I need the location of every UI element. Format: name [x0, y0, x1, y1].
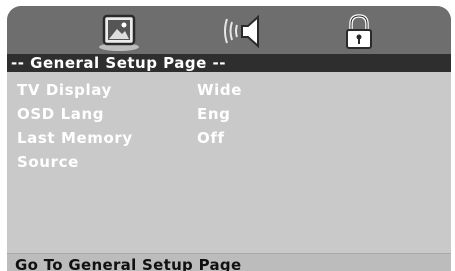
- setup-menu-panel: -- General Setup Page -- TV Display Wide…: [7, 6, 451, 271]
- menu-item-label: Last Memory: [17, 129, 133, 147]
- menu-item-last-memory[interactable]: Last Memory Off: [7, 126, 451, 150]
- menu-item-label: OSD Lang: [17, 105, 105, 123]
- general-setup-icon[interactable]: [97, 12, 141, 52]
- menu-item-label: Source: [17, 153, 79, 171]
- menu-item-source[interactable]: Source: [7, 150, 451, 174]
- menu-item-value: Eng: [197, 105, 231, 123]
- menu-item-value: Wide: [197, 81, 242, 99]
- audio-speaker-icon[interactable]: [222, 12, 266, 52]
- menu-item-osd-lang[interactable]: OSD Lang Eng: [7, 102, 451, 126]
- menu-item-tv-display[interactable]: TV Display Wide: [7, 78, 451, 102]
- page-title: -- General Setup Page --: [7, 54, 451, 72]
- lock-icon[interactable]: [337, 12, 381, 52]
- status-bar: Go To General Setup Page: [7, 253, 451, 271]
- menu-item-value: Off: [197, 129, 225, 147]
- setup-category-bar: [7, 6, 451, 54]
- menu-item-label: TV Display: [17, 81, 112, 99]
